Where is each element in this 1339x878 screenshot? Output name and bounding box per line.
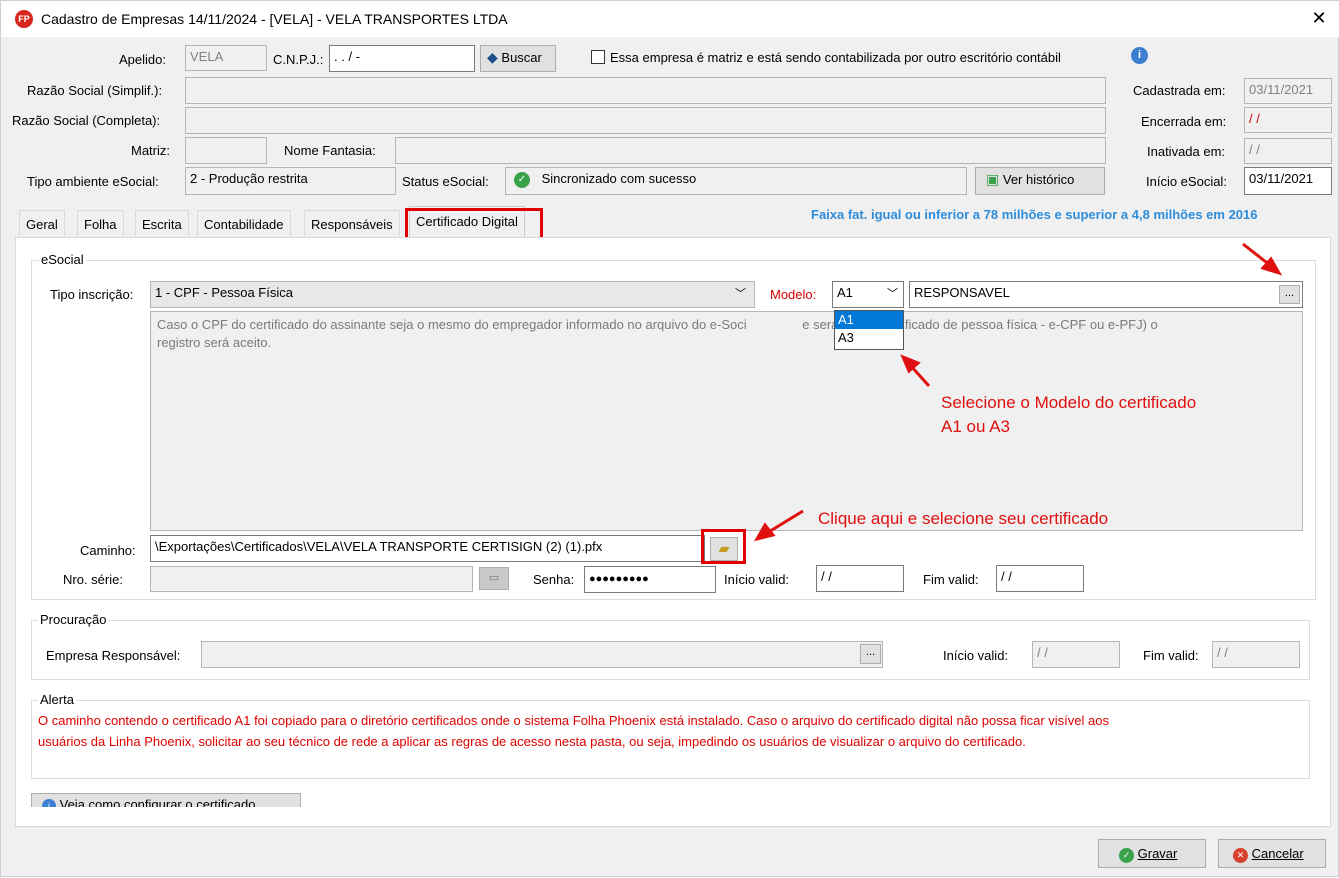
annotation-arrows [753, 242, 1283, 542]
arrow-head-modelo [900, 354, 921, 374]
arrow-to-folder [766, 509, 804, 535]
arrow-to-modelo [909, 364, 931, 388]
cadastro-empresas-window: FP Cadastro de Empresas 14/11/2024 - [VE… [0, 0, 1339, 877]
arrow-head-folder [753, 522, 776, 542]
